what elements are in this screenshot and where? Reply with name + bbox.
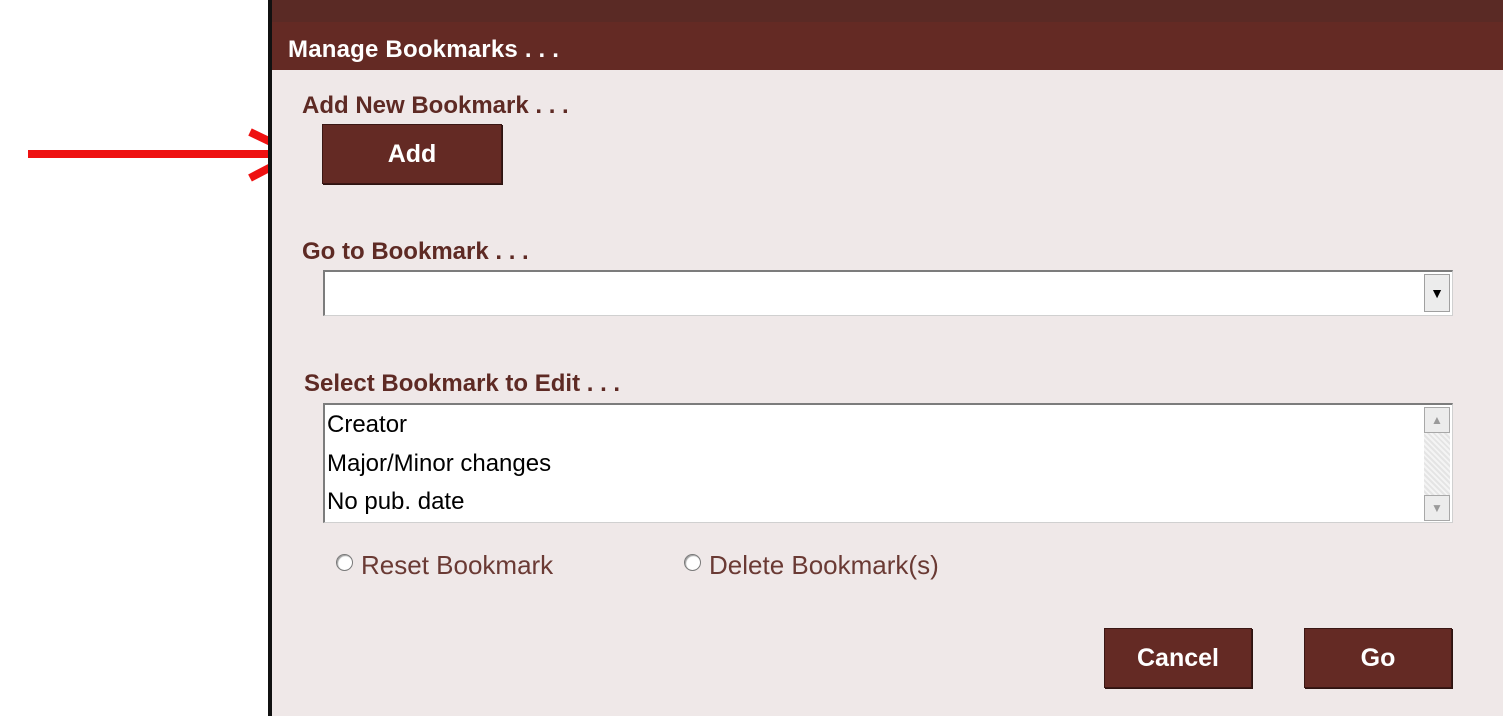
cancel-button[interactable]: Cancel xyxy=(1104,628,1252,688)
list-item[interactable]: Creator xyxy=(327,411,407,439)
go-to-bookmark-select[interactable]: ▼ xyxy=(323,270,1453,316)
dialog-top-strip xyxy=(272,0,1503,23)
page: Manage Bookmarks . . . Add New Bookmark … xyxy=(0,0,1503,716)
delete-bookmark-label: Delete Bookmark(s) xyxy=(709,550,939,580)
list-item[interactable]: Major/Minor changes xyxy=(327,450,551,478)
listbox-scrollbar[interactable]: ▲ ▼ xyxy=(1424,407,1450,521)
reset-bookmark-option[interactable]: Reset Bookmark xyxy=(336,550,553,581)
edit-bookmark-label: Select Bookmark to Edit . . . xyxy=(304,370,621,397)
go-to-bookmark-label: Go to Bookmark . . . xyxy=(302,238,529,265)
go-button[interactable]: Go xyxy=(1304,628,1452,688)
dropdown-arrow-icon[interactable]: ▼ xyxy=(1424,274,1450,312)
bookmark-listbox[interactable]: Creator Major/Minor changes No pub. date… xyxy=(323,403,1453,523)
manage-bookmarks-dialog: Manage Bookmarks . . . Add New Bookmark … xyxy=(268,0,1503,716)
delete-bookmark-radio[interactable] xyxy=(684,554,701,571)
list-item[interactable]: No pub. date xyxy=(327,488,464,516)
add-button[interactable]: Add xyxy=(322,124,502,184)
annotation-arrow-icon xyxy=(28,128,305,182)
scroll-down-icon[interactable]: ▼ xyxy=(1424,495,1450,521)
reset-bookmark-radio[interactable] xyxy=(336,554,353,571)
scroll-up-icon[interactable]: ▲ xyxy=(1424,407,1450,433)
reset-bookmark-label: Reset Bookmark xyxy=(361,550,554,580)
add-bookmark-label: Add New Bookmark . . . xyxy=(302,92,569,119)
dialog-titlebar: Manage Bookmarks . . . xyxy=(272,22,1503,70)
delete-bookmark-option[interactable]: Delete Bookmark(s) xyxy=(684,550,939,581)
dialog-title: Manage Bookmarks . . . xyxy=(288,36,560,63)
